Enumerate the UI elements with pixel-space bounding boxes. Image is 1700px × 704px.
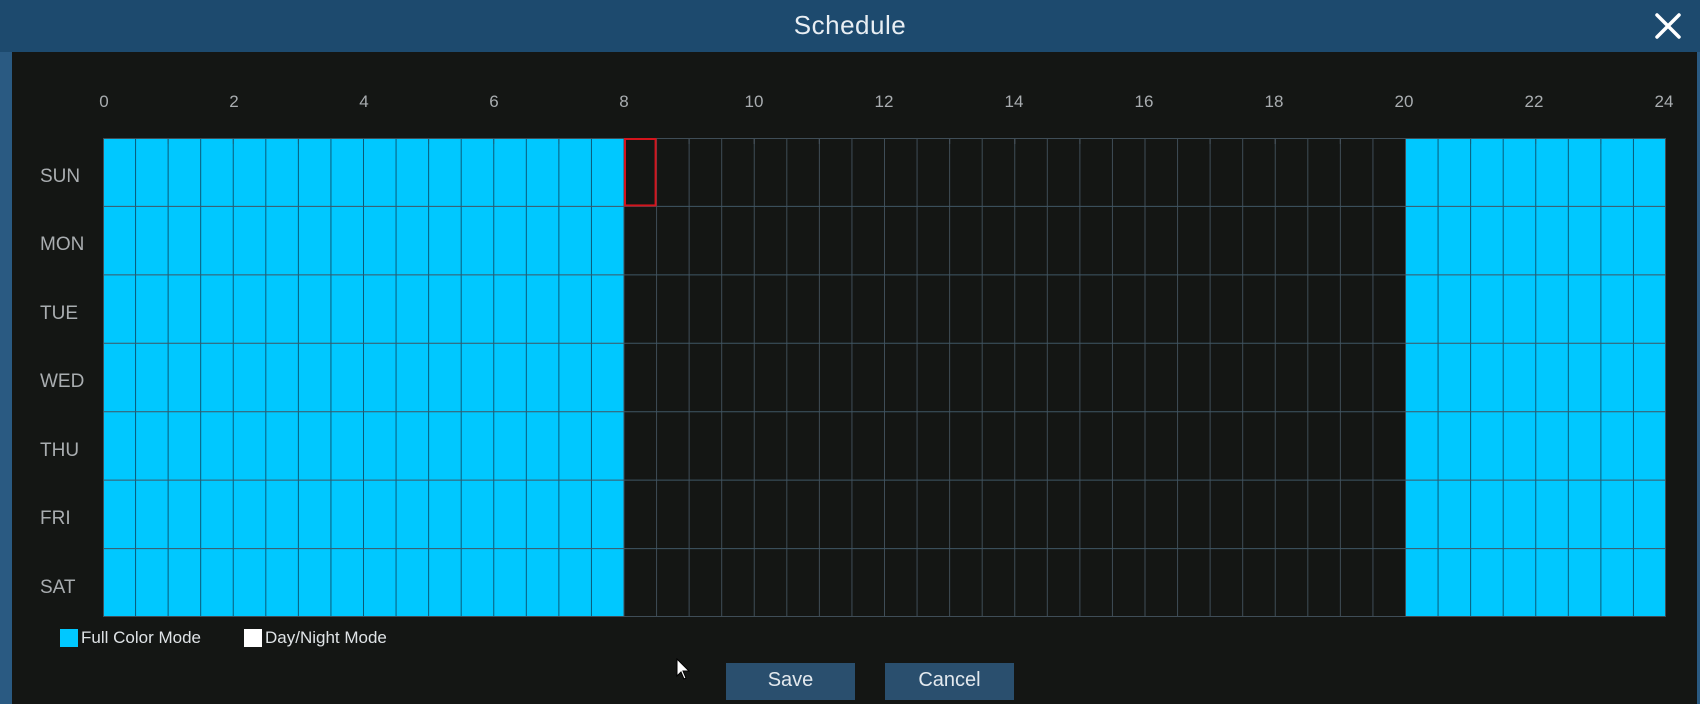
save-button[interactable]: Save (726, 663, 855, 700)
hour-label: 2 (229, 92, 239, 111)
day-label-tue: TUE (40, 303, 78, 324)
hour-label: 10 (744, 92, 764, 111)
close-icon (1655, 13, 1681, 39)
day-label-mon: MON (40, 234, 85, 255)
legend-full-color: Full Color Mode (60, 628, 201, 648)
close-button[interactable] (1650, 8, 1686, 44)
schedule-grid[interactable] (103, 138, 1666, 617)
hour-label: 14 (1004, 92, 1024, 111)
hour-label: 20 (1394, 92, 1414, 111)
hour-label: 22 (1524, 92, 1544, 111)
hour-label: 12 (874, 92, 894, 111)
hour-label: 6 (489, 92, 499, 111)
day-label-sat: SAT (40, 577, 76, 598)
hour-label: 8 (619, 92, 629, 111)
dialog-title: Schedule (793, 10, 907, 40)
legend-day-night: Day/Night Mode (244, 628, 387, 648)
schedule-grid-canvas[interactable] (103, 138, 1666, 617)
hour-label: 0 (99, 92, 109, 111)
day-label-sun: SUN (40, 166, 81, 187)
day-night-swatch (244, 629, 262, 647)
day-label-thu: THU (40, 440, 80, 461)
hour-label: 16 (1134, 92, 1154, 111)
day-label-fri: FRI (40, 508, 71, 529)
legend-full-color-label: Full Color Mode (81, 628, 201, 647)
mouse-pointer-icon (676, 657, 692, 687)
hour-label: 18 (1264, 92, 1284, 111)
hour-label: 4 (359, 92, 369, 111)
hour-label: 24 (1654, 92, 1674, 111)
title-bar: Schedule (0, 0, 1700, 52)
cancel-button[interactable]: Cancel (885, 663, 1014, 700)
legend-day-night-label: Day/Night Mode (265, 628, 387, 647)
day-label-wed: WED (40, 371, 85, 392)
full-color-swatch (60, 629, 78, 647)
